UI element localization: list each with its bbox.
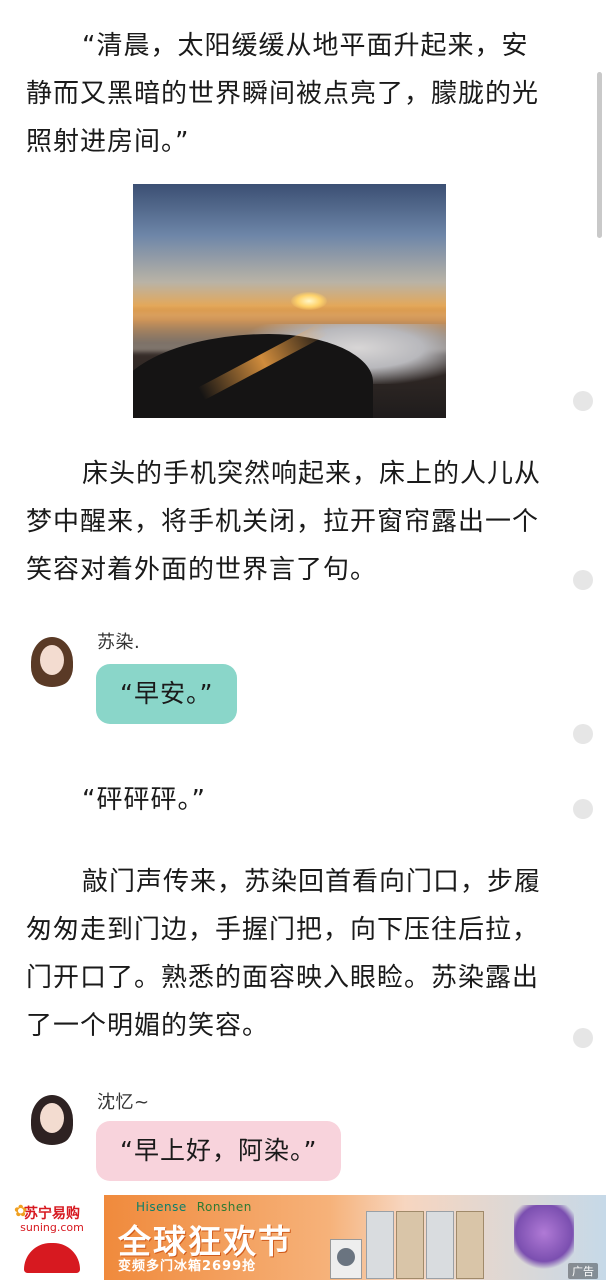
fridge-icon: [396, 1211, 424, 1279]
ad-banner[interactable]: ✿ 苏宁易购 suning.com Hisense Ronshen 全球狂欢节 变…: [0, 1195, 606, 1280]
sun: [291, 292, 327, 310]
chat-bubble: “早上好，阿染。”: [96, 1121, 342, 1181]
scrollbar-thumb[interactable]: [597, 72, 602, 238]
chat-bubble: “早安。”: [96, 664, 238, 724]
speaker-name: 苏染.: [97, 632, 141, 653]
paragraph-1: “清晨，太阳缓缓从地平面升起来，安静而又黑暗的世界瞬间被点亮了，朦胧的光照射进房…: [26, 31, 540, 157]
page-indicator-dot[interactable]: [573, 799, 593, 819]
avatar-suran[interactable]: [25, 633, 79, 687]
suning-logo: ✿ 苏宁易购 suning.com: [0, 1195, 104, 1280]
fridge-icon: [366, 1211, 394, 1279]
paragraph-4: 敲门声传来，苏染回首看向门口，步履匆匆走到门边，手握门把，向下压往后拉，门开口了…: [26, 867, 542, 1041]
page-indicator-dot[interactable]: [573, 1028, 593, 1048]
ad-creative[interactable]: Hisense Ronshen 全球狂欢节 变频多门冰箱2699抢: [104, 1195, 606, 1280]
washer-icon: [330, 1239, 362, 1279]
partner-ronshen: Ronshen: [196, 1200, 252, 1214]
fridge-icon: [426, 1211, 454, 1279]
ad-partners: Hisense Ronshen: [136, 1200, 252, 1214]
speaker-name: 沈忆~: [97, 1092, 150, 1113]
avatar-shenyi[interactable]: [25, 1091, 79, 1145]
partner-hisense: Hisense: [136, 1200, 187, 1214]
brand-mark: [24, 1243, 80, 1273]
fridge-icon: [456, 1211, 484, 1279]
sunrise-photo: [133, 184, 446, 418]
page-indicator-dot[interactable]: [573, 570, 593, 590]
avatar-face: [40, 645, 64, 675]
ad-domain: suning.com: [20, 1221, 84, 1234]
page-indicator-dot[interactable]: [573, 724, 593, 744]
paragraph-3: “砰砰砰。”: [82, 785, 206, 815]
paragraph-2: 床头的手机突然响起来，床上的人儿从梦中醒来，将手机关闭，拉开窗帘露出一个笑容对着…: [26, 459, 542, 585]
mascot-icon: [514, 1205, 574, 1275]
avatar-face: [40, 1103, 64, 1133]
ad-label[interactable]: 广告: [568, 1263, 598, 1279]
ad-subtitle: 变频多门冰箱2699抢: [118, 1259, 257, 1274]
ad-brand: 苏宁易购: [24, 1206, 80, 1222]
page-indicator-dot[interactable]: [573, 391, 593, 411]
